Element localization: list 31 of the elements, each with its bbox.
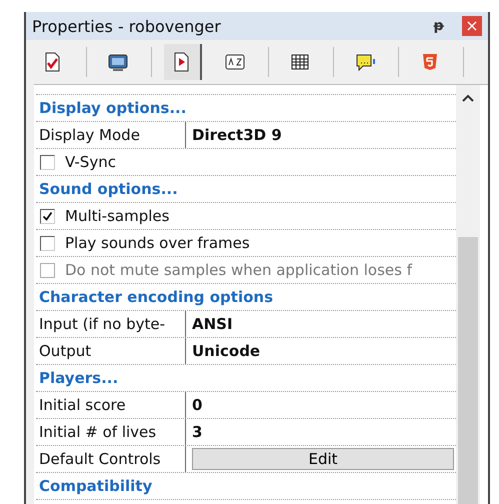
property-value[interactable]: ANSI — [186, 315, 233, 333]
scrollbar[interactable] — [456, 85, 480, 504]
category-heading[interactable]: Compatibility — [36, 477, 152, 495]
property-value[interactable]: 0 — [186, 396, 202, 414]
checkbox[interactable] — [40, 208, 55, 224]
property-label: Default Controls — [39, 450, 161, 468]
scrollbar-thumb[interactable] — [458, 237, 478, 504]
property-label: Initial score — [39, 396, 126, 414]
category-heading[interactable]: Character encoding options — [36, 288, 274, 306]
close-button[interactable]: × — [462, 16, 482, 36]
pin-icon[interactable]: ᵽ — [434, 18, 444, 34]
category-heading[interactable]: Players... — [36, 369, 118, 387]
property-value[interactable]: 3 — [186, 423, 202, 441]
checkbox-label: Do not mute samples when application loses f — [65, 261, 412, 279]
window-title: Properties - robovenger — [32, 16, 222, 36]
toolbar-button[interactable] — [164, 44, 202, 80]
property-label: Display Mode — [39, 126, 140, 144]
category-heading[interactable]: Sound options... — [36, 180, 178, 198]
checkbox-label: Multi-samples — [65, 207, 170, 225]
property-label: Initial # of lives — [39, 423, 156, 441]
property-label: Input (if no byte- — [39, 315, 166, 333]
edit-button[interactable]: Edit — [192, 448, 454, 470]
checkbox-label: Play sounds over frames — [65, 234, 250, 252]
checkbox[interactable] — [40, 236, 55, 250]
checkbox[interactable] — [40, 154, 55, 170]
property-label: Output — [39, 342, 92, 360]
category-heading[interactable]: Display options... — [36, 99, 186, 117]
property-value[interactable]: Unicode — [186, 342, 260, 360]
checkbox-label: V-Sync — [65, 153, 116, 171]
property-value[interactable]: Direct3D 9 — [186, 126, 282, 144]
scroll-up-icon[interactable] — [461, 93, 475, 103]
